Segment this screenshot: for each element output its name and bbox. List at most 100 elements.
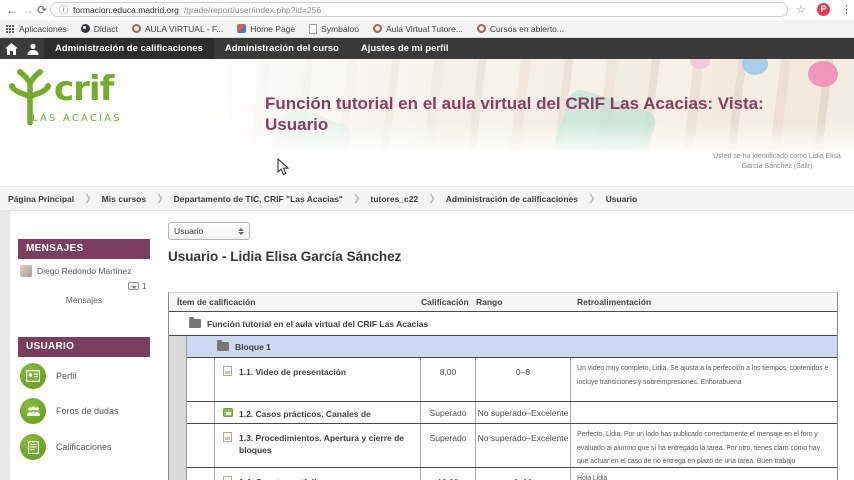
item-cell: 1.1. Video de presentación bbox=[215, 358, 421, 401]
bookmark-home-page[interactable]: Home Page bbox=[237, 24, 295, 34]
breadcrumb-tutores-c22[interactable]: tutores_c22 bbox=[370, 194, 418, 204]
bookmark-label: Aplicaciones bbox=[19, 23, 67, 34]
sidebar-item-label: Perfil bbox=[56, 371, 77, 381]
select-value: Usuario bbox=[174, 226, 204, 236]
home-button[interactable] bbox=[0, 38, 22, 59]
item-link[interactable]: 1.3. Procedimientos. Apertura y cierre d… bbox=[239, 433, 404, 455]
person-icon bbox=[27, 43, 39, 55]
bookmark-label: Cursos en abierto... bbox=[489, 23, 564, 34]
chevron-right-icon: ❯ bbox=[588, 193, 596, 203]
gradebook-icon bbox=[20, 434, 46, 460]
bookmark-aplicaciones[interactable]: Aplicaciones bbox=[6, 24, 67, 34]
indent-level-2 bbox=[187, 358, 215, 401]
breadcrumb-administracion-calificaciones[interactable]: Administración de calificaciones bbox=[446, 194, 578, 204]
content-area: MENSAJES Diego Redondo Martínez 1 Mensaj… bbox=[0, 211, 854, 480]
unread-messages[interactable]: 1 bbox=[128, 281, 147, 291]
usuario-block-header: USUARIO bbox=[18, 337, 150, 357]
logout-link[interactable]: (Salir) bbox=[794, 163, 813, 170]
mouse-cursor bbox=[277, 158, 289, 176]
item-cell: 1.2. Casos prácticos. Canales de comunic… bbox=[215, 402, 421, 423]
page-icon bbox=[309, 23, 318, 34]
moodle-navbar: Administración de calificaciones Adminis… bbox=[0, 38, 854, 59]
page-title: Función tutorial en el aula virtual del … bbox=[265, 94, 764, 134]
sidebar-item-label: Calificaciones bbox=[56, 442, 112, 452]
sidebar-item-calificaciones[interactable]: Calificaciones bbox=[20, 434, 112, 460]
login-text: Usted se ha identificado como Lidia Elis… bbox=[713, 153, 841, 170]
breadcrumb-departamento-tic[interactable]: Departamento de TIC, CRIF "Las Acacias" bbox=[174, 194, 343, 204]
back-icon[interactable]: ← bbox=[6, 1, 18, 19]
message-contact[interactable]: Diego Redondo Martínez bbox=[20, 265, 132, 277]
block-name: Bloque 1 bbox=[235, 341, 271, 352]
profile-button[interactable] bbox=[22, 38, 44, 59]
grade-cell: 8,00 bbox=[421, 358, 476, 401]
indent-level-2 bbox=[187, 468, 215, 480]
bookmark-didact[interactable]: Didact bbox=[80, 24, 118, 34]
course-name: Función tutorial en el aula virtual del … bbox=[207, 318, 429, 329]
assignment-icon bbox=[223, 432, 232, 442]
bookmark-star-icon[interactable]: ☆ bbox=[796, 1, 806, 19]
user-report-heading: Usuario - Lidia Elisa García Sánchez bbox=[168, 249, 402, 264]
home-page-icon bbox=[237, 24, 247, 33]
sidebar-item-perfil[interactable]: Perfil bbox=[20, 363, 77, 389]
nav-item-administracion-curso[interactable]: Administración del curso bbox=[214, 38, 350, 59]
nav-item-ajustes-perfil[interactable]: Ajustes de mi perfil bbox=[350, 38, 460, 59]
block-row: Bloque 1 bbox=[187, 336, 837, 358]
chevron-right-icon: ❯ bbox=[84, 193, 92, 203]
bookmark-label: AULA VIRTUAL - F... bbox=[144, 23, 224, 34]
item-link[interactable]: 1.2. Casos prácticos. Canales de comunic… bbox=[239, 409, 371, 423]
moodle-site-icon bbox=[131, 24, 141, 33]
logo-word: crif bbox=[54, 69, 114, 109]
grade-cell: Superado bbox=[421, 402, 476, 423]
item-link[interactable]: 1.1. Video de presentación bbox=[239, 367, 346, 377]
range-cell: 0–8 bbox=[476, 358, 571, 401]
logo-subtitle: LAS ACACIAS bbox=[32, 113, 122, 124]
range-cell: No superado–Excelente bbox=[476, 424, 571, 467]
bookmark-aula-virtual-tutores[interactable]: Aula Virtual Tutore... bbox=[372, 24, 463, 34]
url-path: /grade/report/user/index.php?id=256 bbox=[183, 4, 322, 15]
feedback-cell bbox=[571, 402, 837, 423]
message-bubble-icon bbox=[128, 282, 139, 290]
page-info-icon[interactable]: ⓘ bbox=[59, 3, 68, 16]
breadcrumb-pagina-principal[interactable]: Página Principal bbox=[8, 194, 74, 204]
feedback-cell: Hola Lidia bbox=[577, 475, 608, 480]
breadcrumb-mis-cursos[interactable]: Mis cursos bbox=[102, 194, 146, 204]
moodle-site-icon bbox=[476, 24, 486, 33]
sidebar: MENSAJES Diego Redondo Martínez 1 Mensaj… bbox=[10, 211, 168, 480]
item-cell: 1.4. Crea tu portfolio bbox=[215, 468, 421, 480]
bookmark-symbaloo[interactable]: Symbaloo bbox=[309, 23, 359, 34]
forward-icon[interactable]: → bbox=[22, 1, 34, 19]
url-host: formacion.educa.madrid.org bbox=[73, 4, 179, 15]
choice-icon bbox=[223, 408, 233, 417]
sidebar-item-foros-de-dudas[interactable]: Foros de dudas bbox=[20, 398, 119, 424]
left-gutter bbox=[0, 211, 10, 480]
grade-table: Ítem de calificación Calificación Rango … bbox=[168, 292, 838, 480]
col-header-range: Rango bbox=[476, 297, 503, 307]
home-icon bbox=[4, 42, 18, 55]
screen: { "browser": { "url": { "host": "formaci… bbox=[0, 0, 854, 480]
unread-count: 1 bbox=[142, 281, 147, 291]
assignment-icon bbox=[223, 366, 232, 376]
select-stepper-icon bbox=[238, 227, 244, 235]
reload-icon[interactable]: ⟳ bbox=[37, 1, 47, 19]
sidebar-item-label: Foros de dudas bbox=[56, 406, 119, 416]
mensajes-block-header: MENSAJES bbox=[18, 239, 150, 259]
grade-row: 1.2. Casos prácticos. Canales de comunic… bbox=[187, 402, 837, 424]
mensajes-link[interactable]: Mensajes bbox=[18, 295, 150, 305]
crif-logo[interactable]: crif LAS ACACIAS bbox=[8, 67, 178, 139]
bookmark-aula-virtual[interactable]: AULA VIRTUAL - F... bbox=[131, 23, 224, 34]
chevron-right-icon: ❯ bbox=[156, 193, 164, 203]
report-view-select[interactable]: Usuario bbox=[168, 222, 250, 240]
nav-item-administracion-calificaciones[interactable]: Administración de calificaciones bbox=[44, 38, 214, 59]
pinterest-extension-icon[interactable]: P bbox=[817, 3, 830, 16]
range-cell: 0–10 bbox=[476, 468, 571, 480]
bookmarks-bar: Aplicaciones Didact AULA VIRTUAL - F... … bbox=[0, 20, 854, 38]
feedback-cell: Perfecto, Lidia. Por un lado has publica… bbox=[577, 431, 820, 465]
bookmark-cursos-en-abierto[interactable]: Cursos en abierto... bbox=[476, 23, 564, 34]
chevron-right-icon: ❯ bbox=[352, 193, 361, 203]
grade-cell: Superado bbox=[421, 424, 476, 467]
address-bar[interactable]: ⓘ formacion.educa.madrid.org/grade/repor… bbox=[50, 2, 788, 17]
indent-level-2 bbox=[187, 402, 215, 423]
grade-table-header-row: Ítem de calificación Calificación Rango … bbox=[169, 293, 837, 312]
browser-menu-icon[interactable]: ⋮ bbox=[841, 1, 852, 19]
contact-name[interactable]: Diego Redondo Martínez bbox=[37, 266, 132, 276]
